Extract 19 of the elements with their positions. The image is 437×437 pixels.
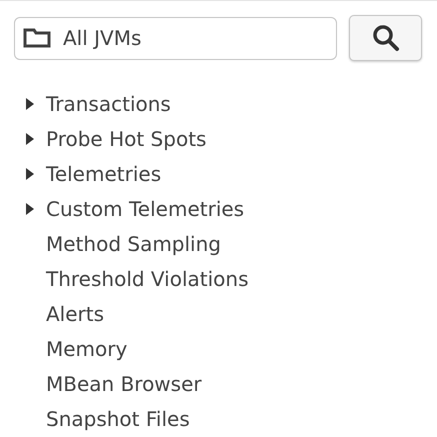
scope-value: All JVMs	[63, 25, 142, 52]
expand-arrow-icon[interactable]	[25, 168, 35, 180]
tree-item[interactable]: MBean Browser	[46, 368, 202, 398]
tree-item[interactable]: Threshold Violations	[46, 264, 248, 294]
expand-arrow-icon[interactable]	[25, 98, 35, 110]
tree-item[interactable]: Snapshot Files	[46, 404, 190, 434]
tree-item[interactable]: Probe Hot Spots	[46, 124, 206, 154]
tree-item[interactable]: Alerts	[46, 298, 104, 328]
scope-field[interactable]: All JVMs	[14, 16, 337, 60]
tree-item[interactable]: Memory	[46, 334, 128, 364]
expand-arrow-icon[interactable]	[25, 132, 35, 144]
search-icon	[370, 23, 400, 53]
tree-item[interactable]: Telemetries	[46, 158, 162, 188]
folder-icon	[23, 27, 51, 49]
search-button[interactable]	[349, 15, 422, 61]
tree-item[interactable]: Method Sampling	[46, 228, 221, 258]
expand-arrow-icon[interactable]	[25, 202, 35, 214]
tree-item[interactable]: Transactions	[46, 88, 171, 118]
tree-item[interactable]: Custom Telemetries	[46, 194, 244, 224]
